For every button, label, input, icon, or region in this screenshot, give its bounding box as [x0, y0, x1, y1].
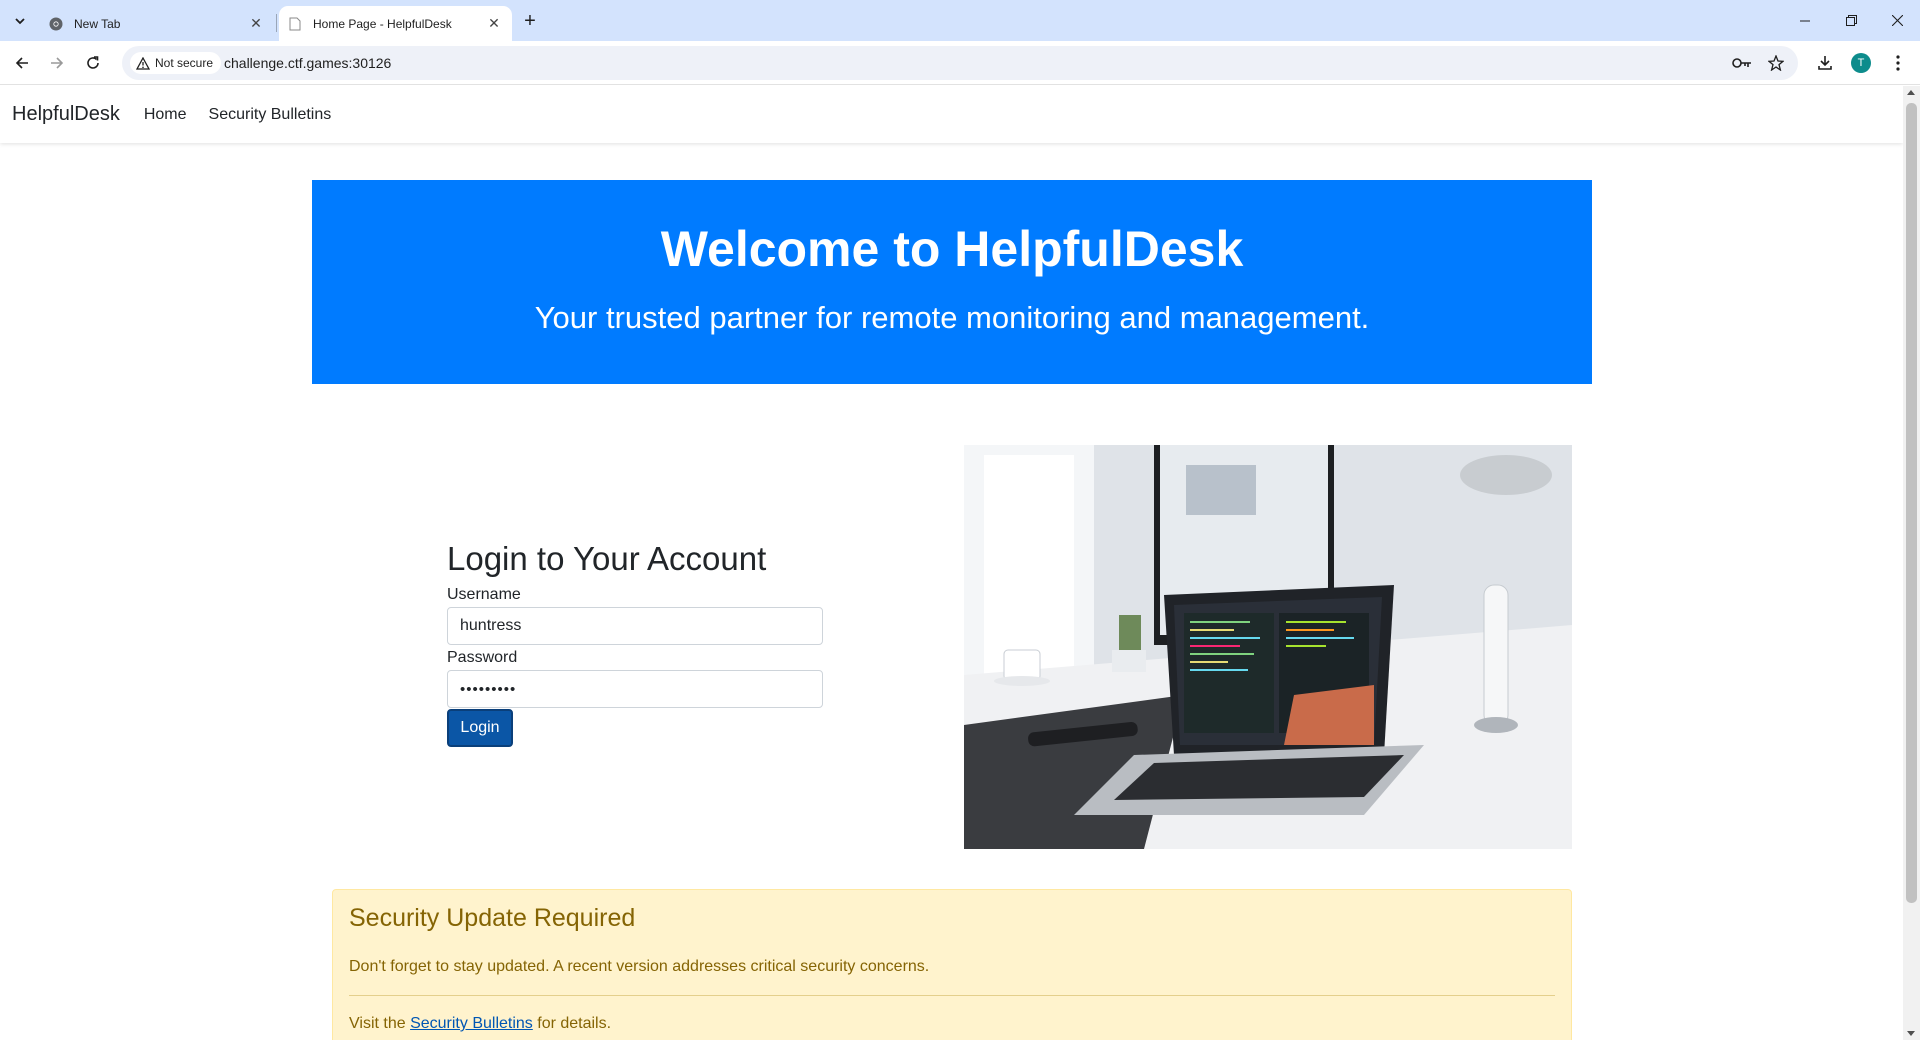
password-input[interactable]: ••••••••• [447, 670, 823, 708]
page-viewport: HelpfulDesk Home Security Bulletins Welc… [0, 86, 1903, 1040]
tab-title: Home Page - HelpfulDesk [313, 16, 452, 31]
tab-title: New Tab [74, 16, 121, 31]
restore-button[interactable] [1828, 0, 1874, 41]
more-menu-icon[interactable] [1888, 53, 1908, 73]
username-label: Username [447, 586, 521, 603]
visit-prefix: Visit the [349, 1015, 411, 1032]
chevron-down-icon [15, 18, 25, 25]
url-text[interactable]: challenge.ctf.games:30126 [224, 46, 391, 80]
chrome-icon [48, 16, 64, 32]
scroll-up-arrow-icon[interactable] [1907, 90, 1915, 95]
hero-subtitle: Your trusted partner for remote monitori… [534, 300, 1370, 335]
password-key-icon[interactable] [1732, 53, 1752, 73]
minimize-button[interactable] [1782, 0, 1828, 41]
new-tab-button[interactable]: + [518, 9, 542, 33]
hero-title: Welcome to HelpfulDesk [660, 221, 1244, 277]
tab-search-button[interactable] [8, 9, 32, 33]
tab-divider [276, 14, 277, 32]
alert-divider [349, 995, 1555, 996]
workspace-photo [964, 445, 1572, 849]
warning-icon [136, 56, 150, 70]
address-bar[interactable]: Not secure challenge.ctf.games:30126 [122, 46, 1798, 80]
arrow-right-icon [51, 57, 64, 69]
page-icon [287, 16, 303, 32]
alert-title: Security Update Required [349, 904, 636, 932]
username-input[interactable]: huntress [447, 607, 823, 645]
close-icon[interactable]: ✕ [484, 14, 504, 34]
star-icon[interactable] [1766, 53, 1786, 73]
security-bulletins-link[interactable]: Security Bulletins [410, 1015, 533, 1032]
site-brand[interactable]: HelpfulDesk [12, 103, 120, 126]
alert-message: Don't forget to stay updated. A recent v… [349, 958, 930, 975]
scroll-down-arrow-icon[interactable] [1907, 1031, 1915, 1036]
browser-toolbar: Not secure challenge.ctf.games:30126 T [0, 41, 1920, 85]
reload-button[interactable] [78, 48, 108, 78]
login-form: Login to Your Account Username huntress … [447, 540, 827, 747]
close-icon [1891, 15, 1903, 26]
restore-icon [1845, 15, 1857, 26]
tab-home-page[interactable]: Home Page - HelpfulDesk ✕ [279, 6, 512, 41]
browser-tabstrip: New Tab ✕ Home Page - HelpfulDesk ✕ + [0, 0, 1920, 41]
close-icon[interactable]: ✕ [246, 14, 266, 34]
profile-avatar[interactable]: T [1851, 53, 1871, 73]
alert-visit-text: Visit the Security Bulletins for details… [349, 1015, 611, 1033]
nav-link-security-bulletins[interactable]: Security Bulletins [209, 106, 332, 124]
nav-link-home[interactable]: Home [144, 106, 187, 124]
window-close-button[interactable] [1874, 0, 1920, 41]
scroll-thumb[interactable] [1906, 103, 1917, 903]
site-navbar: HelpfulDesk Home Security Bulletins [0, 86, 1903, 143]
arrow-left-icon [15, 57, 28, 69]
security-alert: Security Update Required Don't forget to… [332, 889, 1572, 1040]
download-icon[interactable] [1815, 53, 1835, 73]
login-button[interactable]: Login [447, 709, 513, 747]
back-button[interactable] [7, 48, 37, 78]
security-indicator[interactable]: Not secure [130, 52, 222, 74]
minimize-icon [1800, 20, 1810, 21]
hero-banner: Welcome to HelpfulDesk Your trusted part… [312, 180, 1592, 384]
visit-suffix: for details. [532, 1015, 612, 1032]
security-label: Not secure [155, 56, 214, 70]
page-scrollbar[interactable] [1903, 86, 1920, 1040]
password-label: Password [447, 649, 518, 666]
forward-button[interactable] [42, 48, 72, 78]
login-heading: Login to Your Account [447, 540, 767, 577]
reload-icon [87, 56, 99, 69]
tab-new-tab[interactable]: New Tab ✕ [40, 6, 274, 41]
